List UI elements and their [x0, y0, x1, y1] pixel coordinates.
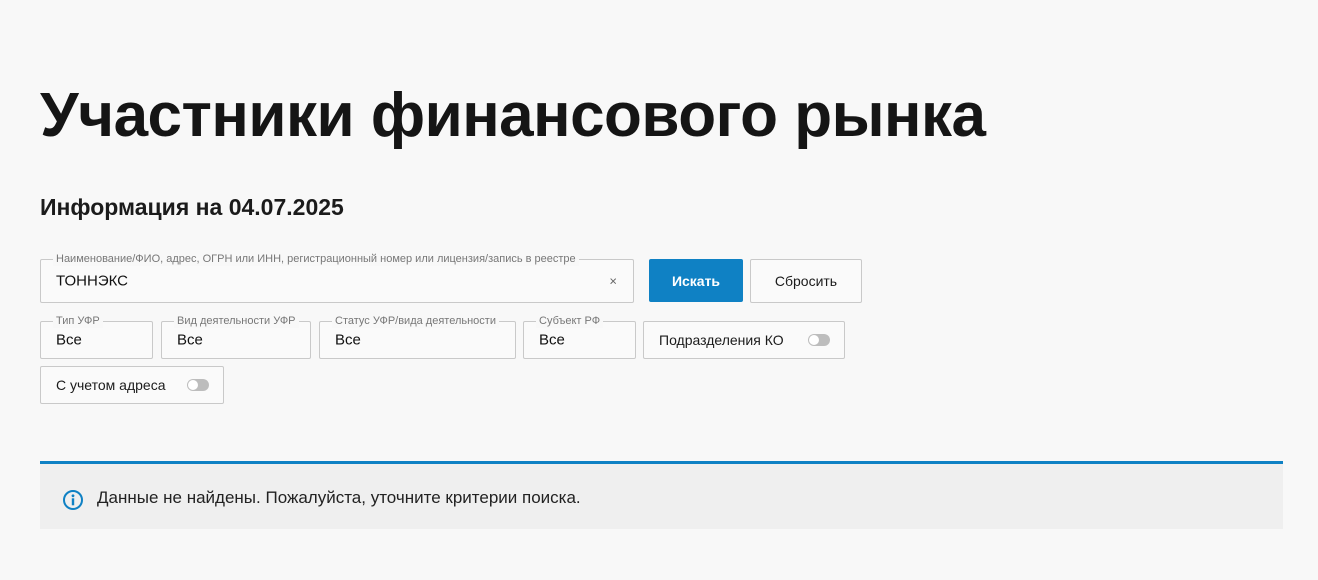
activity-value: Все [177, 331, 203, 349]
region-select[interactable]: Субъект РФ Все [523, 315, 636, 359]
ufr-type-legend: Тип УФР [53, 315, 103, 328]
status-value: Все [335, 331, 361, 349]
info-icon [62, 489, 84, 516]
reset-button[interactable]: Сбросить [750, 259, 862, 303]
ko-units-label: Подразделения КО [659, 332, 784, 348]
search-input[interactable] [56, 272, 576, 290]
with-address-label: С учетом адреса [56, 377, 166, 393]
switch-knob [809, 335, 819, 345]
status-select[interactable]: Статус УФР/вида деятельности Все [319, 315, 516, 359]
ko-units-toggle-field[interactable]: Подразделения КО [643, 321, 845, 359]
page-title: Участники финансового рынка [40, 81, 986, 150]
no-results-alert: Данные не найдены. Пожалуйста, уточните … [40, 461, 1283, 529]
status-legend: Статус УФР/вида деятельности [332, 315, 499, 328]
info-date: Информация на 04.07.2025 [40, 194, 344, 220]
search-field-legend: Наименование/ФИО, адрес, ОГРН или ИНН, р… [53, 253, 579, 266]
activity-select[interactable]: Вид деятельности УФР Все [161, 315, 311, 359]
activity-legend: Вид деятельности УФР [174, 315, 299, 328]
ufr-type-select[interactable]: Тип УФР Все [40, 315, 153, 359]
search-button[interactable]: Искать [649, 259, 743, 302]
ufr-type-value: Все [56, 331, 82, 349]
region-value: Все [539, 331, 565, 349]
search-field[interactable]: Наименование/ФИО, адрес, ОГРН или ИНН, р… [40, 253, 634, 303]
region-legend: Субъект РФ [536, 315, 604, 328]
ko-units-switch[interactable] [808, 334, 830, 346]
alert-message: Данные не найдены. Пожалуйста, уточните … [97, 488, 581, 507]
with-address-toggle-field[interactable]: С учетом адреса [40, 366, 224, 404]
with-address-switch[interactable] [187, 379, 209, 391]
switch-knob [188, 380, 198, 390]
close-icon[interactable]: × [609, 275, 617, 288]
